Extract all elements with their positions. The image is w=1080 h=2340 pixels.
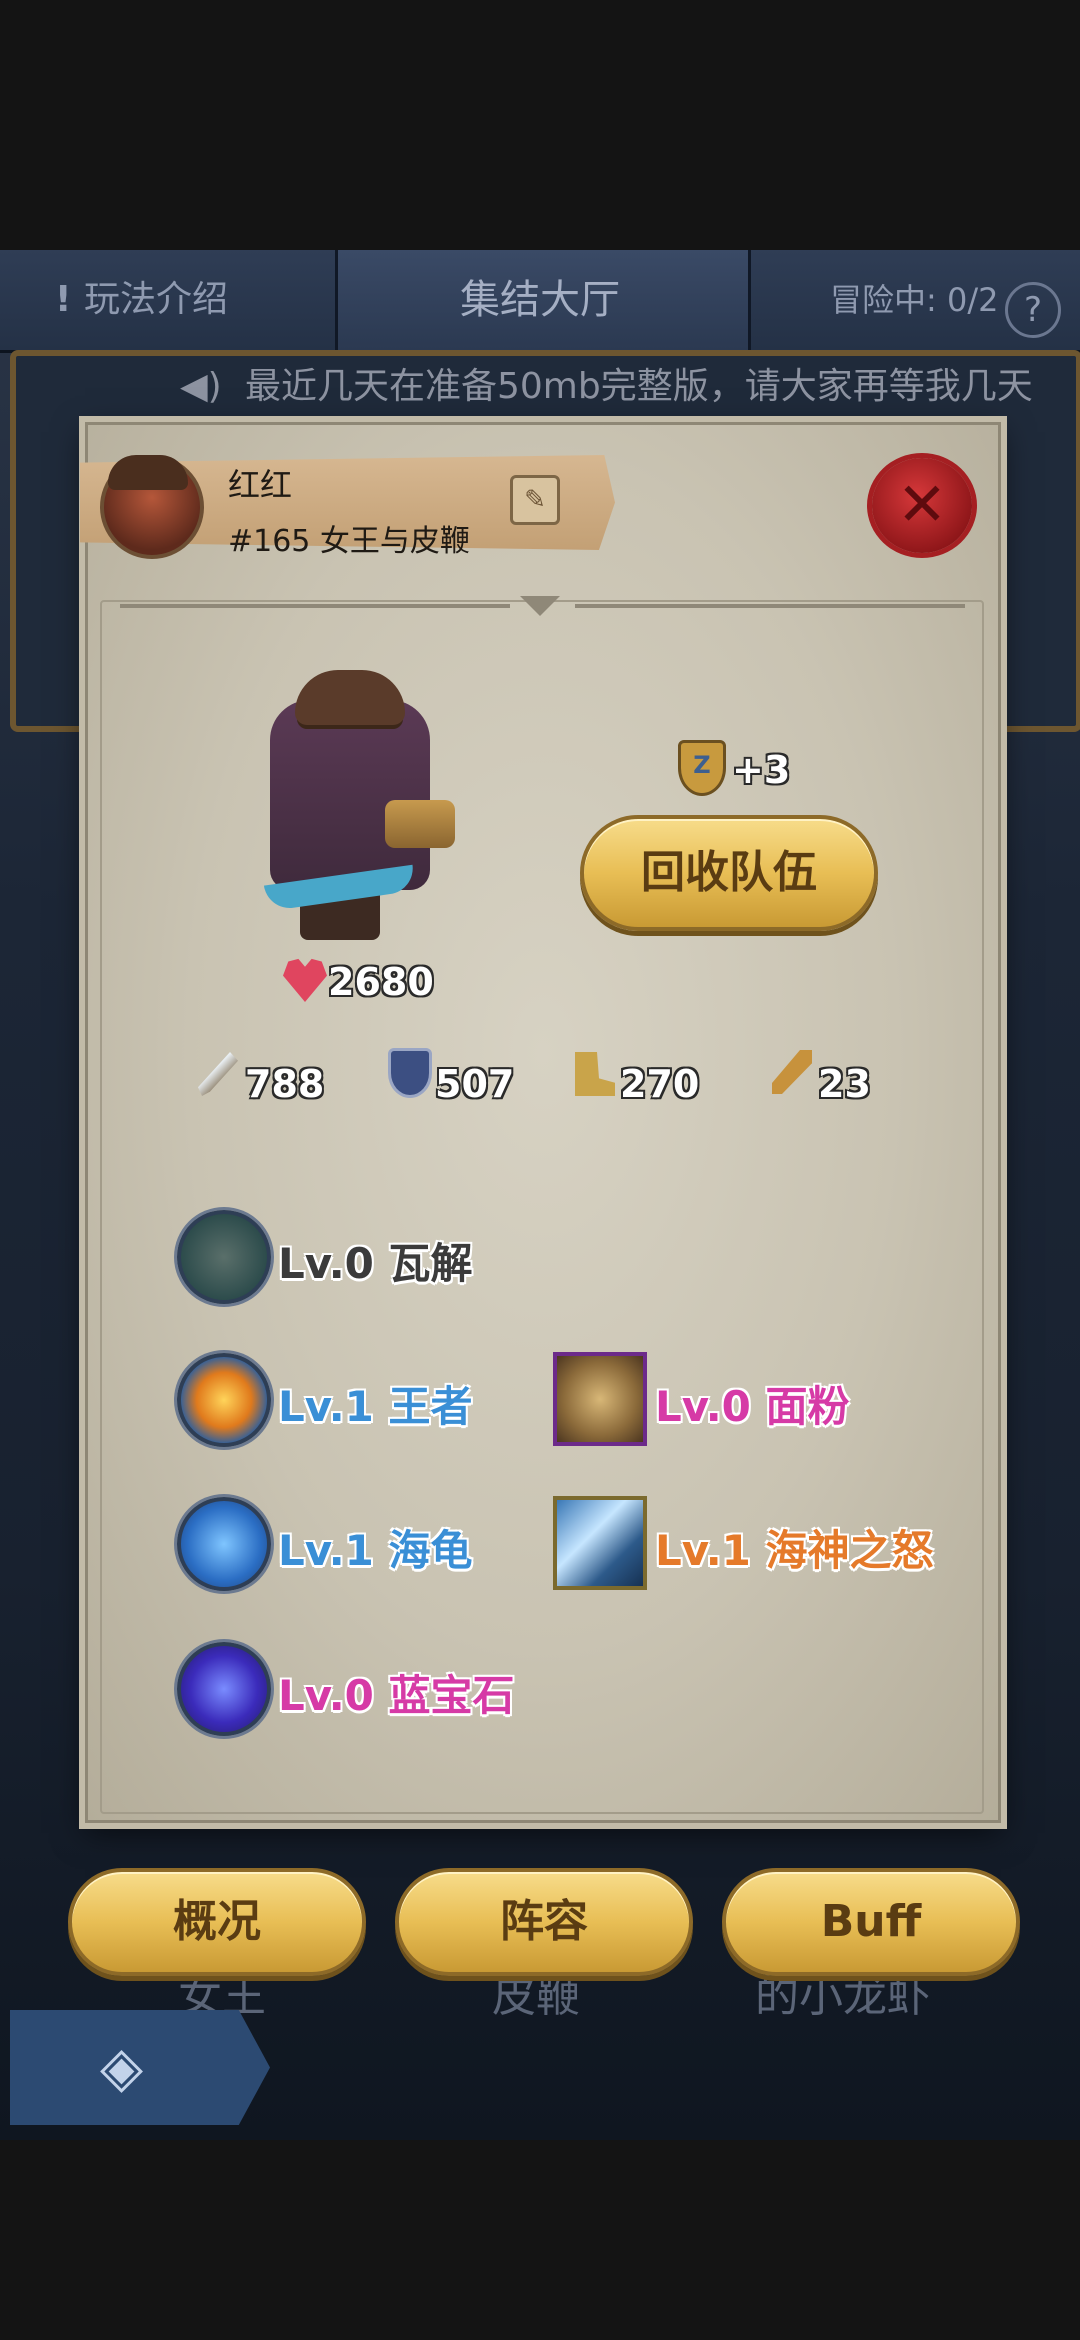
rank-badge-icon: Z bbox=[678, 740, 726, 796]
item-name: 面粉 bbox=[765, 1382, 850, 1431]
help-icon[interactable]: ? bbox=[1005, 282, 1061, 338]
item-row-flour: Lv.0 面粉 bbox=[655, 1373, 850, 1434]
poseidon-icon[interactable] bbox=[553, 1496, 647, 1590]
item-name: 海神之怒 bbox=[765, 1526, 934, 1575]
skill-row-king: Lv.1 王者 bbox=[278, 1373, 473, 1434]
item-level: Lv.0 bbox=[655, 1382, 751, 1431]
defense-value: 507 bbox=[435, 1062, 515, 1106]
skill-name: 王者 bbox=[388, 1382, 473, 1431]
exclamation-icon: ! bbox=[55, 279, 84, 320]
hero-portrait bbox=[270, 700, 430, 890]
attack-value: 788 bbox=[245, 1062, 325, 1106]
skill-name: 海龟 bbox=[388, 1526, 473, 1575]
adventure-status: 冒险中: 0/2 bbox=[830, 281, 999, 319]
skill-level: Lv.0 bbox=[278, 1671, 374, 1720]
tab-lineup[interactable]: 阵容 bbox=[395, 1868, 693, 1976]
hero-hat bbox=[295, 670, 405, 725]
recycle-team-button[interactable]: 回收队伍 bbox=[580, 815, 878, 931]
skill-row-disintegrate: Lv.0 瓦解 bbox=[278, 1230, 473, 1291]
defense-icon bbox=[388, 1048, 432, 1098]
turtle-skill-icon[interactable] bbox=[177, 1497, 271, 1591]
magic-value: 23 bbox=[818, 1062, 871, 1106]
back-button[interactable]: ◈ bbox=[10, 2010, 270, 2125]
close-icon: ✕ bbox=[896, 470, 948, 540]
item-level: Lv.1 bbox=[655, 1526, 751, 1575]
badge-bonus: +3 bbox=[732, 748, 791, 792]
intro-link[interactable]: ! 玩法介绍 bbox=[55, 250, 228, 350]
shield-skill-icon[interactable] bbox=[177, 1210, 271, 1304]
skill-name: 蓝宝石 bbox=[388, 1671, 515, 1720]
hero-hand-cannon bbox=[385, 800, 455, 848]
edit-icon: ✎ bbox=[524, 485, 546, 515]
skill-level: Lv.1 bbox=[278, 1382, 374, 1431]
speed-value: 270 bbox=[620, 1062, 700, 1106]
item-row-poseidon: Lv.1 海神之怒 bbox=[655, 1517, 934, 1578]
skill-row-turtle: Lv.1 海龟 bbox=[278, 1517, 473, 1578]
page-title: 集结大厅 bbox=[460, 277, 620, 323]
tab-overview[interactable]: 概况 bbox=[68, 1868, 366, 1976]
flour-sack-icon[interactable] bbox=[553, 1352, 647, 1446]
tab-buff[interactable]: Buff bbox=[722, 1868, 1020, 1976]
skill-row-sapphire: Lv.0 蓝宝石 bbox=[278, 1662, 515, 1723]
crown-skill-icon[interactable] bbox=[177, 1353, 271, 1447]
close-button[interactable]: ✕ bbox=[872, 458, 972, 553]
diamond-emblem-icon: ◈ bbox=[100, 2035, 144, 2100]
avatar-hat-icon bbox=[108, 455, 188, 490]
edit-name-button[interactable]: ✎ bbox=[510, 475, 560, 525]
skill-level: Lv.1 bbox=[278, 1526, 374, 1575]
health-value: 2680 bbox=[328, 960, 434, 1004]
skill-level: Lv.0 bbox=[278, 1239, 374, 1288]
sapphire-skill-icon[interactable] bbox=[177, 1642, 271, 1736]
marquee-bar: ◀) 最近几天在准备50mb完整版，请大家再等我几天 bbox=[30, 352, 1060, 422]
modal-inner-border bbox=[100, 600, 984, 1814]
player-name: 红红 bbox=[228, 466, 293, 504]
skill-name: 瓦解 bbox=[388, 1239, 473, 1288]
divider bbox=[120, 604, 510, 608]
divider bbox=[575, 604, 965, 608]
marquee-text: 最近几天在准备50mb完整版，请大家再等我几天 bbox=[245, 366, 1033, 407]
team-name: #165 女王与皮鞭 bbox=[228, 524, 470, 559]
speaker-icon: ◀) bbox=[180, 366, 222, 407]
